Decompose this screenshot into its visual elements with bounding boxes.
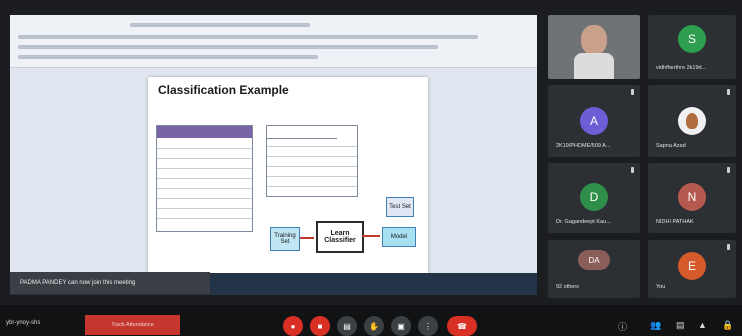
participant-name: 92 others bbox=[556, 284, 579, 290]
participant-tile-1[interactable]: S vidhfherthre 2k19d... bbox=[648, 15, 736, 79]
shared-screen: Classification Example Training Set Lear… bbox=[10, 15, 537, 295]
participant-name: vidhfherthre 2k19d... bbox=[656, 65, 707, 71]
participant-tile-2[interactable]: A 2K19/PHDME/509 A... bbox=[548, 85, 640, 157]
chat-icon[interactable]: ▤ bbox=[676, 320, 685, 331]
avatar: DA bbox=[578, 250, 610, 270]
slide-title: Classification Example bbox=[158, 83, 289, 97]
end-call-button[interactable]: ☎ bbox=[447, 316, 477, 336]
participant-tile-others[interactable]: DA 92 others bbox=[548, 240, 640, 298]
meeting-code: ybr-ynoy-shs bbox=[6, 320, 41, 326]
raise-hand-icon[interactable]: ✋ bbox=[364, 316, 384, 336]
presenter-video bbox=[581, 25, 607, 55]
mic-muted-icon bbox=[727, 244, 730, 250]
mic-muted-icon bbox=[727, 167, 730, 173]
avatar: A bbox=[580, 107, 608, 135]
avatar bbox=[678, 107, 706, 135]
learn-classifier-box: Learn Classifier bbox=[316, 221, 364, 253]
participant-tile-presenter[interactable] bbox=[548, 15, 640, 79]
mic-muted-icon bbox=[631, 167, 634, 173]
participant-tile-3[interactable]: Sapna Azad bbox=[648, 85, 736, 157]
training-table bbox=[156, 125, 253, 232]
avatar: E bbox=[678, 252, 706, 280]
participant-tile-self[interactable]: E You bbox=[648, 240, 736, 298]
mic-muted-icon bbox=[727, 89, 730, 95]
lock-icon[interactable]: 🔒 bbox=[722, 320, 733, 331]
captions-icon[interactable]: ▤ bbox=[337, 316, 357, 336]
participant-name: NIDHI PATHAK bbox=[656, 219, 694, 225]
participant-name: 2K19/PHDME/509 A... bbox=[556, 143, 611, 149]
track-attendance-button[interactable]: Track Attendance bbox=[85, 315, 180, 335]
presentation-slide: Classification Example Training Set Lear… bbox=[148, 77, 428, 280]
participant-name: Dr. Gagandeept Kau... bbox=[556, 219, 611, 225]
mic-muted-icon bbox=[631, 89, 634, 95]
info-icon[interactable]: ⓘ bbox=[618, 320, 627, 333]
camera-off-icon[interactable]: ■ bbox=[310, 316, 330, 336]
join-notification: PADMA PANDEY can now join this meeting bbox=[10, 272, 210, 294]
avatar: D bbox=[580, 183, 608, 211]
participant-tile-5[interactable]: N NIDHI PATHAK bbox=[648, 163, 736, 233]
more-options-icon[interactable]: ⋮ bbox=[418, 316, 438, 336]
avatar: N bbox=[678, 183, 706, 211]
present-screen-icon[interactable]: ▣ bbox=[391, 316, 411, 336]
test-set-box: Test Set bbox=[386, 197, 414, 217]
participant-name: You bbox=[656, 284, 666, 290]
ppt-ribbon bbox=[10, 15, 537, 68]
test-table bbox=[266, 125, 358, 197]
avatar: S bbox=[678, 25, 706, 53]
training-set-box: Training Set bbox=[270, 227, 300, 251]
model-box: Model bbox=[382, 227, 416, 247]
activities-icon[interactable]: ▲ bbox=[698, 320, 707, 330]
participant-tile-4[interactable]: D Dr. Gagandeept Kau... bbox=[548, 163, 640, 233]
people-icon[interactable]: 👥 bbox=[650, 320, 661, 331]
mic-off-icon[interactable]: ● bbox=[283, 316, 303, 336]
participant-name: Sapna Azad bbox=[656, 143, 686, 149]
